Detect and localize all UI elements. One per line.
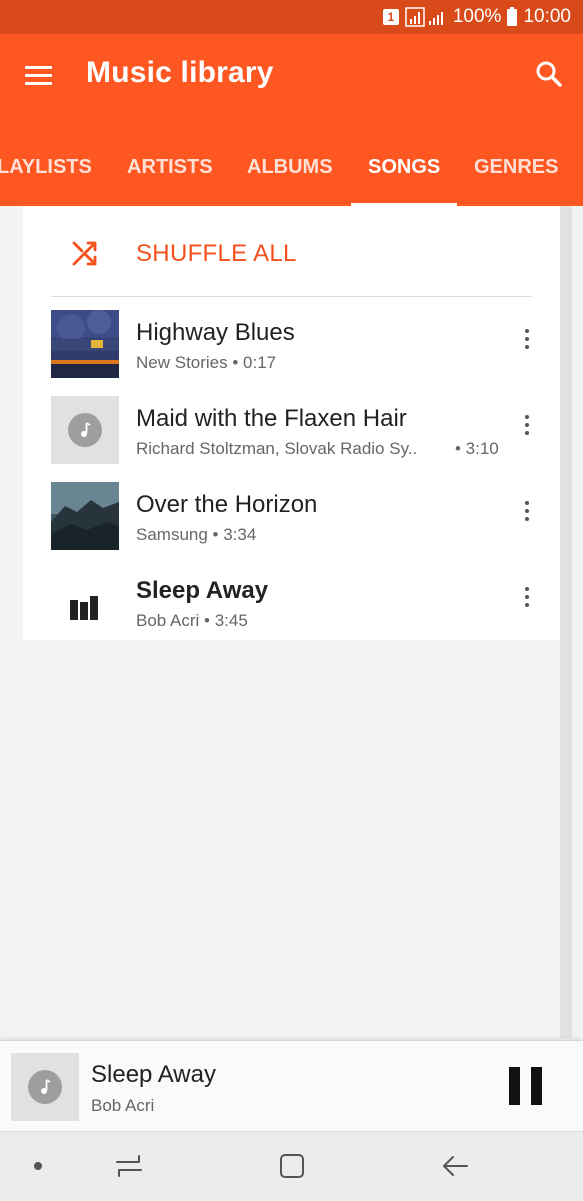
back-icon[interactable] [439, 1150, 471, 1182]
song-row-highway-blues[interactable]: Highway Blues New Stories • 0:17 [23, 301, 560, 387]
now-playing-indicator [51, 568, 119, 636]
music-note-icon [68, 413, 102, 447]
scrollbar[interactable] [560, 206, 572, 1038]
shuffle-all-label: SHUFFLE ALL [136, 240, 297, 267]
tab-playlists[interactable]: LAYLISTS [0, 130, 92, 206]
tab-genres[interactable]: GENRES [474, 130, 558, 206]
system-nav-bar [0, 1131, 583, 1201]
tab-songs[interactable]: SONGS [368, 130, 440, 206]
mini-player[interactable]: Sleep Away Bob Acri [0, 1040, 583, 1131]
more-options-icon[interactable] [517, 411, 537, 447]
song-title: Highway Blues [136, 319, 295, 346]
home-icon[interactable] [276, 1150, 308, 1182]
recent-apps-icon[interactable] [113, 1150, 145, 1182]
album-art [51, 310, 119, 378]
tab-artists[interactable]: ARTISTS [127, 130, 213, 206]
tab-albums[interactable]: ALBUMS [247, 130, 333, 206]
page-title: Music library [86, 56, 274, 89]
more-options-icon[interactable] [517, 583, 537, 619]
player-track-title: Sleep Away [91, 1061, 216, 1088]
song-title: Sleep Away [136, 577, 269, 604]
signal-icon [405, 7, 443, 27]
song-title: Over the Horizon [136, 491, 318, 518]
status-bar: 1 100% 10:00 [0, 0, 583, 34]
shuffle-icon [72, 241, 97, 266]
song-duration: • 3:10 [455, 439, 499, 458]
nav-dot-icon[interactable] [22, 1150, 54, 1182]
more-options-icon[interactable] [517, 497, 537, 533]
song-subtitle: Richard Stoltzman, Slovak Radio Sy.. [136, 439, 418, 458]
song-row-maid-with-the-flaxen-hair[interactable]: Maid with the Flaxen Hair Richard Stoltz… [23, 387, 560, 473]
status-time: 10:00 [523, 6, 571, 27]
app-bar: Music library LAYLISTS ARTISTS ALBUMS SO… [0, 34, 583, 206]
music-note-icon [28, 1070, 62, 1104]
player-album-art [11, 1053, 79, 1121]
song-list: SHUFFLE ALL Highway Blues New Stories • … [23, 206, 560, 640]
battery-percent: 100% [452, 6, 502, 27]
search-icon[interactable] [533, 58, 567, 92]
shuffle-all-button[interactable]: SHUFFLE ALL [23, 206, 560, 296]
album-art [51, 482, 119, 550]
album-art-placeholder [51, 396, 119, 464]
more-options-icon[interactable] [517, 325, 537, 361]
divider [51, 296, 532, 297]
song-row-over-the-horizon[interactable]: Over the Horizon Samsung • 3:34 [23, 473, 560, 559]
song-subtitle: Samsung • 3:34 [136, 525, 257, 544]
sim-icon: 1 [382, 9, 399, 25]
song-title: Maid with the Flaxen Hair [136, 405, 407, 432]
battery-icon [507, 6, 518, 26]
menu-icon[interactable] [25, 64, 55, 88]
player-artist: Bob Acri [91, 1096, 155, 1115]
tab-bar: LAYLISTS ARTISTS ALBUMS SONGS GENRES [0, 130, 583, 206]
song-subtitle: New Stories • 0:17 [136, 353, 277, 372]
pause-button[interactable] [505, 1065, 545, 1107]
equalizer-icon [70, 596, 98, 620]
song-subtitle: Bob Acri • 3:45 [136, 611, 248, 630]
song-row-sleep-away[interactable]: Sleep Away Bob Acri • 3:45 [23, 559, 560, 645]
